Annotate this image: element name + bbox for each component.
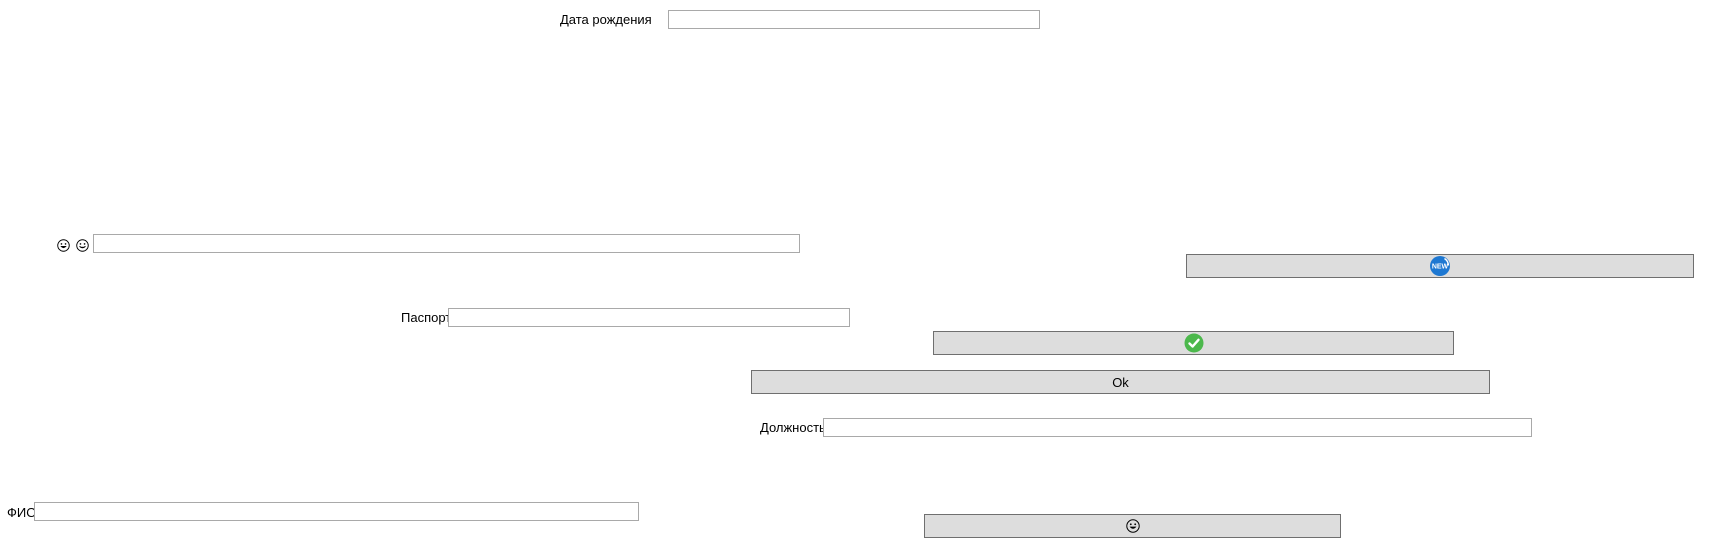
passport-field[interactable] xyxy=(448,308,850,327)
position-field[interactable] xyxy=(823,418,1532,437)
confirm-button[interactable] xyxy=(933,331,1454,355)
passport-label: Паспорт xyxy=(401,310,452,325)
checkmark-icon xyxy=(1184,333,1204,353)
emoji-label xyxy=(57,236,89,254)
position-label: Должность xyxy=(760,420,826,435)
smiling-face-icon xyxy=(76,238,89,252)
emoji-button[interactable] xyxy=(924,514,1341,538)
emoji-field[interactable] xyxy=(93,234,800,253)
full-name-field[interactable] xyxy=(34,502,639,521)
ok-button[interactable]: Ok xyxy=(751,370,1490,394)
grinning-face-icon xyxy=(1125,519,1140,533)
birth-date-label: Дата рождения xyxy=(560,12,652,27)
new-button[interactable]: NEW xyxy=(1186,254,1694,278)
birth-date-field[interactable] xyxy=(668,10,1040,29)
new-badge-icon: NEW xyxy=(1429,255,1451,277)
full-name-label: ФИО xyxy=(7,505,37,520)
grinning-face-icon xyxy=(57,238,70,252)
svg-text:NEW: NEW xyxy=(1432,264,1449,271)
form-canvas: Дата рождения NEW Паспорт Ok Должность Ф… xyxy=(0,0,1713,553)
